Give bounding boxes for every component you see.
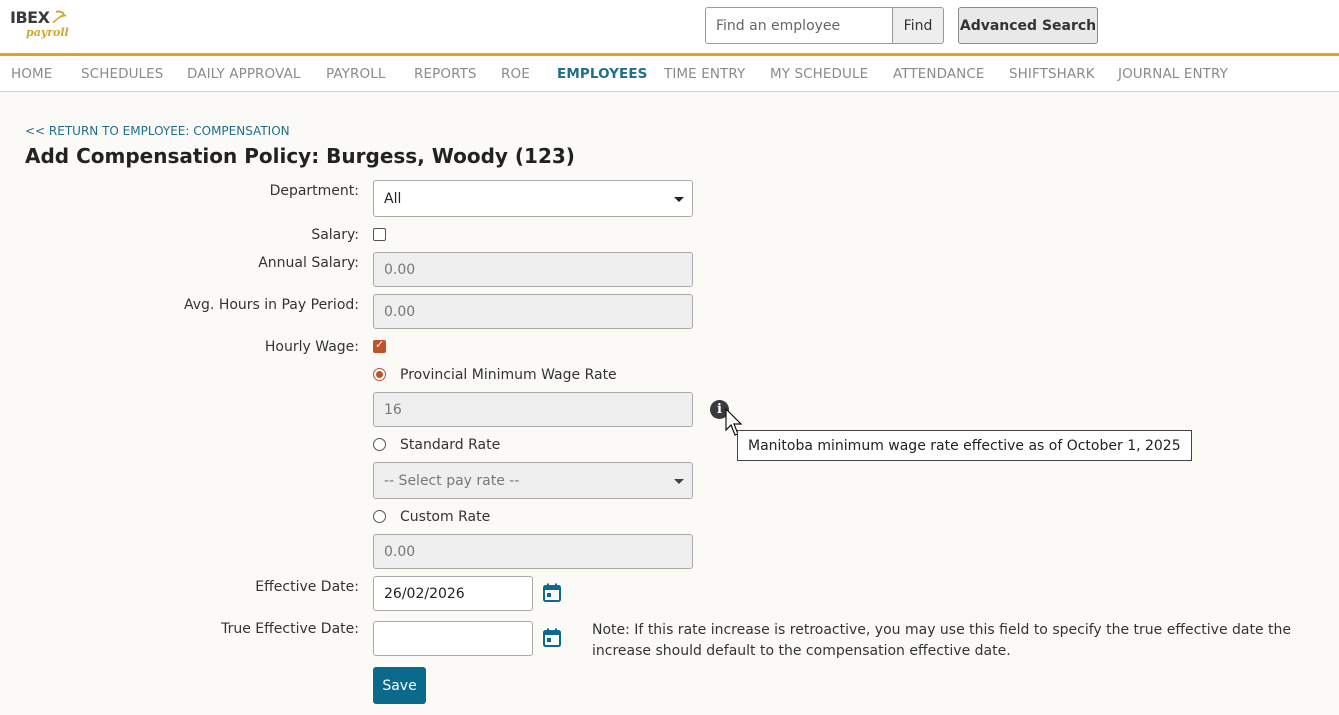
nav-schedules[interactable]: SCHEDULES (81, 66, 163, 82)
retroactive-note: Note: If this rate increase is retroacti… (592, 622, 1292, 659)
advanced-search-button[interactable]: Advanced Search (958, 7, 1098, 44)
salary-label: Salary: (311, 227, 359, 243)
department-label: Department: (269, 183, 359, 199)
nav-employees[interactable]: EMPLOYEES (557, 66, 648, 82)
standard-rate-radio[interactable] (373, 438, 386, 451)
custom-rate-radio[interactable] (373, 510, 386, 523)
nav-reports[interactable]: REPORTS (414, 66, 477, 82)
custom-rate-value: 0.00 (384, 543, 416, 560)
provincial-minimum-radio[interactable] (373, 368, 386, 381)
nav-attendance[interactable]: ATTENDANCE (893, 66, 985, 82)
standard-rate-label: Standard Rate (400, 437, 501, 453)
department-selected-value: All (384, 190, 402, 207)
true-effective-date-label: True Effective Date: (221, 621, 359, 637)
chevron-down-icon (674, 197, 684, 202)
logo-subtext: payroll (26, 26, 69, 39)
standard-rate-select[interactable]: -- Select pay rate -- (373, 462, 693, 499)
custom-rate-label: Custom Rate (400, 509, 491, 525)
nav-roe[interactable]: ROE (501, 66, 530, 82)
salary-checkbox[interactable] (373, 228, 386, 241)
annual-salary-label: Annual Salary: (258, 255, 359, 271)
top-bar: IBEX payroll Find Advanced Search (0, 0, 1339, 53)
nav-my-schedule[interactable]: MY SCHEDULE (770, 66, 868, 82)
provincial-minimum-label: Provincial Minimum Wage Rate (400, 367, 617, 383)
ibex-payroll-logo[interactable]: IBEX payroll (10, 8, 70, 44)
find-button[interactable]: Find (892, 7, 944, 44)
minimum-wage-tooltip: Manitoba minimum wage rate effective as … (737, 430, 1192, 461)
effective-date-value: 26/02/2026 (384, 585, 465, 602)
avg-hours-label: Avg. Hours in Pay Period: (183, 297, 359, 313)
main-nav: HOME SCHEDULES DAILY APPROVAL PAYROLL RE… (0, 56, 1339, 92)
page-title: Add Compensation Policy: Burgess, Woody … (25, 144, 575, 168)
ibex-horn-icon (52, 10, 67, 23)
nav-journal-entry[interactable]: JOURNAL ENTRY (1118, 66, 1228, 82)
save-button[interactable]: Save (373, 667, 426, 704)
nav-payroll[interactable]: PAYROLL (326, 66, 385, 82)
annual-salary-value: 0.00 (384, 261, 416, 278)
provincial-minimum-rate-value: 16 (384, 401, 402, 418)
hourly-wage-checkbox[interactable]: ✓ (373, 338, 386, 353)
nav-home[interactable]: HOME (11, 66, 52, 82)
department-select[interactable]: All (373, 180, 693, 217)
employee-search-input[interactable] (705, 7, 893, 44)
hourly-wage-label: Hourly Wage: (264, 339, 359, 355)
calendar-icon[interactable] (542, 583, 562, 603)
checkmark-icon: ✓ (375, 338, 385, 351)
logo-text: IBEX (10, 8, 50, 27)
effective-date-label: Effective Date: (255, 579, 359, 595)
avg-hours-input[interactable]: 0.00 (373, 294, 693, 329)
standard-rate-placeholder: -- Select pay rate -- (384, 472, 520, 489)
custom-rate-input[interactable]: 0.00 (373, 534, 693, 569)
true-effective-date-input[interactable] (373, 621, 533, 656)
nav-time-entry[interactable]: TIME ENTRY (664, 66, 745, 82)
annual-salary-input[interactable]: 0.00 (373, 252, 693, 287)
nav-shiftshark[interactable]: SHIFTSHARK (1009, 66, 1095, 82)
chevron-down-icon (674, 479, 684, 484)
calendar-icon[interactable] (542, 628, 562, 648)
avg-hours-value: 0.00 (384, 303, 416, 320)
nav-daily-approval[interactable]: DAILY APPROVAL (187, 66, 300, 82)
provincial-minimum-rate-input[interactable]: 16 (373, 392, 693, 427)
effective-date-input[interactable]: 26/02/2026 (373, 576, 533, 611)
return-to-compensation-link[interactable]: << RETURN TO EMPLOYEE: COMPENSATION (25, 124, 290, 138)
